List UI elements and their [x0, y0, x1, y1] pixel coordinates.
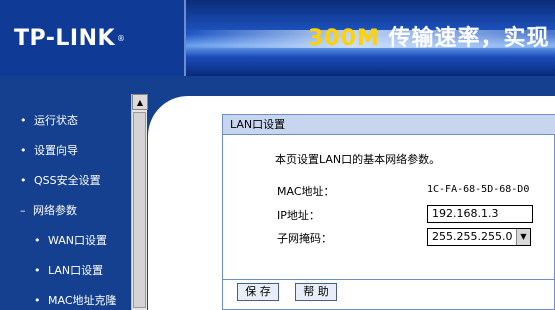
sidebar-item-status[interactable]: • 运行状态	[20, 112, 78, 128]
sidebar-item-label: 网络参数	[33, 204, 77, 217]
chevron-down-icon[interactable]: ▼	[516, 229, 530, 245]
bullet-icon: •	[34, 264, 41, 277]
ip-address-label: IP地址：	[277, 209, 320, 222]
banner-slogan: 300M 传输速率，实现	[308, 20, 550, 52]
bullet-icon: •	[20, 174, 27, 187]
sidebar-item-label: QSS安全设置	[34, 174, 101, 187]
sidebar-item-label: WAN口设置	[48, 234, 108, 247]
sidebar-item-wan[interactable]: • WAN口设置	[34, 232, 107, 248]
ip-address-input[interactable]: 192.168.1.3	[427, 205, 533, 223]
subnet-mask-value: 255.255.255.0	[432, 230, 513, 243]
scroll-up-arrow-icon[interactable]: ▲	[132, 94, 148, 110]
banner-slogan-text: 传输速率，实现	[379, 26, 550, 51]
sidebar-item-lan[interactable]: • LAN口设置	[34, 262, 103, 278]
sidebar-item-label: 设置向导	[34, 144, 78, 157]
bullet-icon: •	[20, 114, 27, 127]
header: TP-LINK ® 300M 传输速率，实现	[0, 0, 555, 76]
sidebar-scrollbar[interactable]: ▲	[131, 94, 148, 310]
subnet-mask-label: 子网掩码：	[277, 232, 332, 245]
panel-description: 本页设置LAN口的基本网络参数。	[275, 153, 441, 166]
banner: 300M 传输速率，实现	[186, 0, 555, 76]
panel-title: LAN口设置	[223, 115, 555, 135]
sidebar-item-qss[interactable]: • QSS安全设置	[20, 172, 101, 188]
sidebar-item-setup-wizard[interactable]: • 设置向导	[20, 142, 78, 158]
sidebar-item-label: MAC地址克隆	[48, 294, 117, 307]
mac-address-value: 1C-FA-68-5D-68-D0	[427, 184, 530, 195]
logo: TP-LINK ®	[0, 0, 184, 76]
sidebar-item-mac-clone[interactable]: • MAC地址克隆	[34, 292, 117, 308]
logo-text: TP-LINK	[14, 25, 116, 51]
help-button[interactable]: 帮 助	[295, 283, 337, 301]
sidebar-item-label: 运行状态	[34, 114, 78, 127]
lan-settings-panel: LAN口设置 本页设置LAN口的基本网络参数。 MAC地址： 1C-FA-68-…	[222, 114, 555, 310]
sidebar-item-network[interactable]: – 网络参数	[20, 202, 77, 218]
bullet-icon: •	[34, 294, 41, 307]
sidebar-item-label: LAN口设置	[48, 264, 104, 277]
subnet-mask-select[interactable]: 255.255.255.0 ▼	[427, 228, 531, 246]
collapse-icon: –	[20, 204, 26, 217]
mac-address-label: MAC地址：	[277, 185, 335, 198]
banner-highlight: 300M	[308, 26, 380, 51]
button-bar-divider	[223, 279, 555, 280]
logo-registered-mark: ®	[117, 33, 126, 43]
save-button[interactable]: 保 存	[237, 283, 279, 301]
bullet-icon: •	[34, 234, 41, 247]
bullet-icon: •	[20, 144, 27, 157]
scrollbar-thumb[interactable]	[133, 112, 146, 308]
